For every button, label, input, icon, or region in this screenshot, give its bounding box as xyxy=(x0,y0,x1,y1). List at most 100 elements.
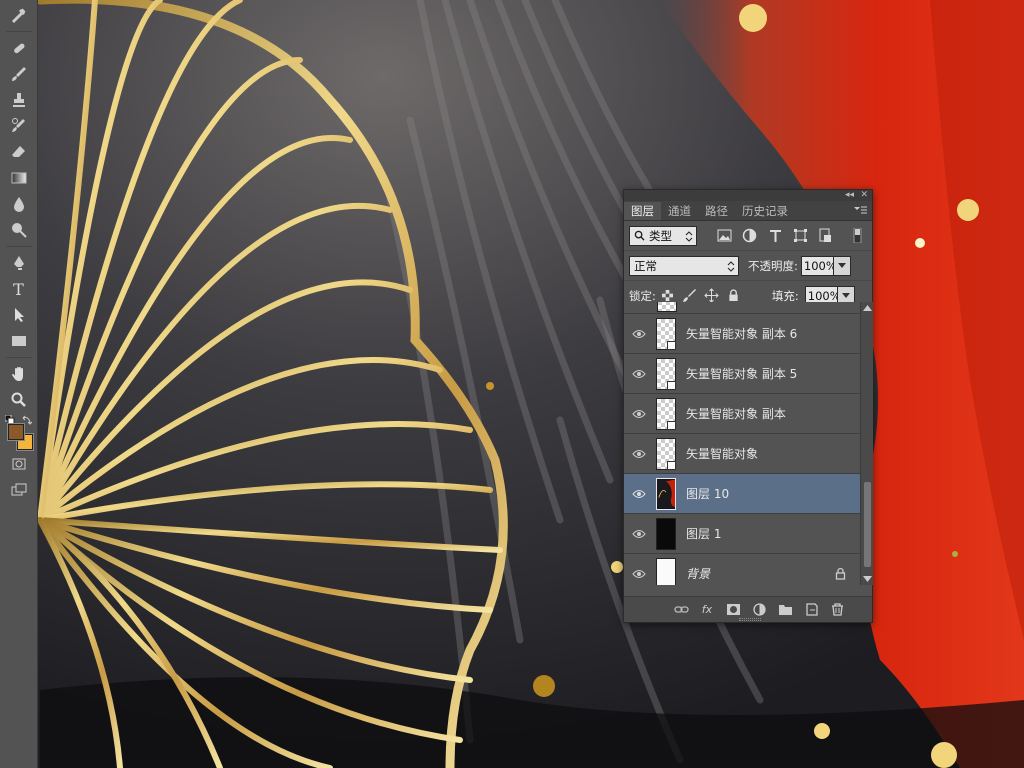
new-group-button[interactable] xyxy=(772,600,798,620)
layer-row[interactable]: 背景 xyxy=(624,554,860,585)
visibility-toggle[interactable] xyxy=(624,329,654,339)
eye-icon xyxy=(632,529,646,538)
layer-name[interactable]: 矢量智能对象 xyxy=(686,445,758,462)
screen-mode-tool[interactable] xyxy=(6,478,32,502)
link-layers-button[interactable] xyxy=(668,600,694,620)
history-brush-tool[interactable] xyxy=(6,114,32,138)
layer-name[interactable]: 背景 xyxy=(686,565,710,582)
hand-tool[interactable] xyxy=(6,362,32,386)
mask-icon xyxy=(726,604,740,615)
dodge-tool[interactable] xyxy=(6,218,32,242)
clone-stamp-tool[interactable] xyxy=(6,88,32,112)
opacity-input[interactable]: 100% xyxy=(800,255,837,276)
tab-layers[interactable]: 图层 xyxy=(624,202,661,220)
eraser-tool[interactable] xyxy=(6,140,32,164)
layer-thumbnail xyxy=(656,357,676,390)
add-mask-button[interactable] xyxy=(720,600,746,620)
brush-tool[interactable] xyxy=(6,62,32,86)
layer-name[interactable]: 矢量智能对象 副本 xyxy=(686,405,786,422)
search-icon xyxy=(634,230,645,241)
chevron-updown-icon xyxy=(685,230,693,242)
eyedropper-tool[interactable] xyxy=(6,3,32,27)
blend-mode-dropdown[interactable]: 正常 xyxy=(629,255,739,276)
collapse-panel-icon[interactable]: ◂◂ xyxy=(845,190,854,201)
filter-adjustment-button[interactable] xyxy=(740,226,759,246)
layer-thumbnail xyxy=(656,477,676,510)
layer-row[interactable]: 矢量智能对象 xyxy=(624,434,860,474)
adjustment-layer-button[interactable] xyxy=(746,600,772,620)
arrow-cursor-icon xyxy=(14,308,24,322)
panel-title-bar[interactable]: ◂◂ ✕ xyxy=(624,190,872,201)
quick-mask-icon xyxy=(12,458,25,470)
layer-row[interactable]: 矢量智能对象 副本 xyxy=(624,394,860,434)
toggle-icon xyxy=(853,228,862,243)
layer-row[interactable]: 矢量智能对象 副本 5 xyxy=(624,354,860,394)
rectangle-tool[interactable] xyxy=(6,329,32,353)
checkerboard-icon xyxy=(662,290,674,301)
layer-row[interactable]: 图层 1 xyxy=(624,514,860,554)
filter-smart-object-button[interactable] xyxy=(816,226,835,246)
filter-pixel-button[interactable] xyxy=(715,226,734,246)
lock-icon xyxy=(729,289,738,301)
tab-paths[interactable]: 路径 xyxy=(698,202,735,220)
eye-icon xyxy=(632,409,646,418)
filter-type-button[interactable] xyxy=(766,226,785,246)
quick-mask-tool[interactable] xyxy=(6,452,32,476)
visibility-toggle[interactable] xyxy=(624,409,654,419)
screen-mode-icon xyxy=(11,483,26,496)
path-selection-tool[interactable] xyxy=(6,303,32,327)
visibility-toggle[interactable] xyxy=(624,369,654,379)
panel-tabs: 图层 通道 路径 历史记录 xyxy=(624,201,872,221)
scroll-up-icon[interactable] xyxy=(863,304,872,311)
panel-resize-grip[interactable] xyxy=(739,618,761,621)
scrollbar-thumb[interactable] xyxy=(864,482,871,567)
eye-icon xyxy=(632,569,646,578)
blur-tool[interactable] xyxy=(6,192,32,216)
layer-list: 矢量智能对象 副本 6 矢量智能对象 副本 5 矢量智能对象 副本 矢量智能对象… xyxy=(624,302,860,585)
tab-channels[interactable]: 通道 xyxy=(661,202,698,220)
gradient-tool[interactable] xyxy=(6,166,32,190)
chevron-updown-icon xyxy=(727,260,735,272)
type-icon: T xyxy=(13,279,24,299)
smart-object-badge-icon xyxy=(667,460,676,470)
filter-toggle-switch[interactable] xyxy=(848,226,867,246)
layer-list-scrollbar[interactable] xyxy=(860,302,873,585)
tab-history[interactable]: 历史记录 xyxy=(735,202,795,220)
pen-tool[interactable] xyxy=(6,251,32,275)
spot-healing-tool[interactable] xyxy=(6,36,32,60)
visibility-toggle[interactable] xyxy=(624,569,654,579)
layer-row-partial[interactable] xyxy=(624,302,860,314)
smart-object-badge-icon xyxy=(667,340,676,350)
folder-icon xyxy=(778,605,792,615)
layer-name[interactable]: 图层 1 xyxy=(686,525,721,542)
zoom-tool[interactable] xyxy=(6,388,32,412)
filter-shape-button[interactable] xyxy=(791,226,810,246)
close-panel-icon[interactable]: ✕ xyxy=(860,190,868,201)
scroll-down-icon[interactable] xyxy=(863,576,872,583)
layer-name[interactable]: 图层 10 xyxy=(686,485,729,502)
new-layer-icon xyxy=(805,603,818,616)
new-layer-button[interactable] xyxy=(798,600,824,620)
layer-name[interactable]: 矢量智能对象 副本 5 xyxy=(686,365,797,382)
drop-icon xyxy=(13,197,24,212)
layer-name[interactable]: 矢量智能对象 副本 6 xyxy=(686,325,797,342)
toolbox-separator xyxy=(5,246,32,247)
move-icon xyxy=(704,288,720,303)
layer-style-button[interactable]: fx xyxy=(694,600,720,620)
layer-row-selected[interactable]: 图层 10 xyxy=(624,474,860,514)
foreground-color-swatch[interactable] xyxy=(7,424,24,440)
layer-row[interactable]: 矢量智能对象 副本 6 xyxy=(624,314,860,354)
filter-kind-dropdown[interactable]: 类型 xyxy=(629,225,697,246)
visibility-toggle[interactable] xyxy=(624,529,654,539)
toolbox: T xyxy=(0,0,38,768)
panel-menu-icon[interactable] xyxy=(852,203,868,217)
smart-object-icon xyxy=(819,228,832,242)
opacity-slider-button[interactable] xyxy=(832,255,851,276)
canvas-artwork[interactable] xyxy=(38,0,1024,768)
type-tool[interactable]: T xyxy=(6,277,32,301)
visibility-toggle[interactable] xyxy=(624,489,654,499)
visibility-toggle[interactable] xyxy=(624,449,654,459)
delete-layer-button[interactable] xyxy=(824,600,850,620)
gradient-icon xyxy=(11,172,26,184)
layer-thumbnail xyxy=(656,557,676,585)
